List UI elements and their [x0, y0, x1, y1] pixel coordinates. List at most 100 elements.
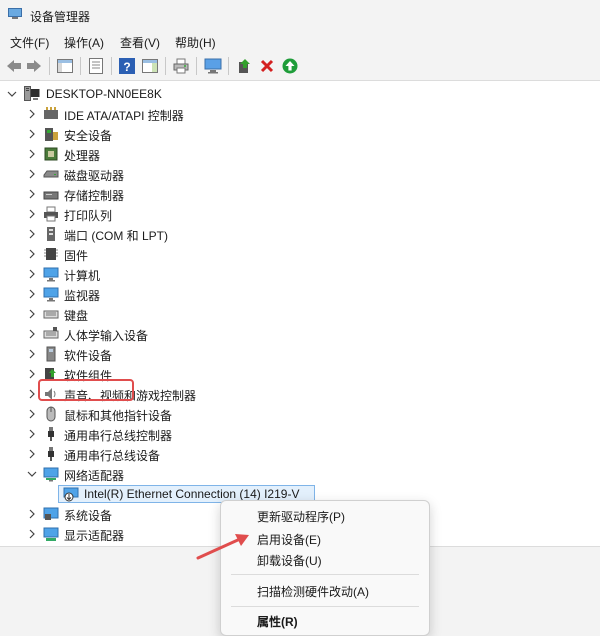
chevron-down-icon[interactable] — [6, 88, 18, 100]
chevron-right-icon[interactable] — [26, 428, 38, 440]
monitor-scan-icon — [204, 58, 222, 74]
chevron-right-icon[interactable] — [26, 188, 38, 200]
storage-controller-icon — [43, 191, 59, 200]
tree-item[interactable]: 计算机 — [0, 264, 600, 284]
tree-item-label: 磁盘驱动器 — [64, 169, 125, 183]
menu-action[interactable]: 操作(A) — [62, 34, 106, 51]
chevron-right-icon[interactable] — [26, 288, 38, 300]
action-pane-button[interactable] — [141, 57, 159, 75]
chevron-right-icon[interactable] — [26, 128, 38, 140]
tree-item[interactable]: 存储控制器 — [0, 184, 600, 204]
toolbar-separator — [80, 57, 81, 75]
chevron-right-icon[interactable] — [26, 508, 38, 520]
tree-item[interactable]: 处理器 — [0, 144, 600, 164]
chevron-right-icon[interactable] — [26, 268, 38, 280]
tree-item[interactable]: 鼠标和其他指针设备 — [0, 404, 600, 424]
tree-item-label: 固件 — [64, 249, 89, 263]
tree-item-label: 网络适配器 — [64, 469, 125, 483]
vertical-scrollbar[interactable] — [590, 82, 600, 544]
chevron-right-icon[interactable] — [26, 388, 38, 400]
menu-item-update-driver[interactable]: 更新驱动程序(P) — [257, 508, 345, 525]
properties-button[interactable] — [87, 57, 105, 75]
context-menu: 更新驱动程序(P) 启用设备(E) 卸载设备(U) 扫描检测硬件改动(A) 属性… — [220, 500, 430, 636]
chevron-right-icon[interactable] — [26, 228, 38, 240]
tree-item-label: 存储控制器 — [64, 189, 125, 203]
disk-drive-icon — [43, 170, 59, 178]
toolbar-separator — [165, 57, 166, 75]
chevron-right-icon[interactable] — [26, 308, 38, 320]
firmware-icon — [44, 248, 58, 260]
menu-view[interactable]: 查看(V) — [118, 34, 162, 51]
tree-item[interactable]: IDE ATA/ATAPI 控制器 — [0, 104, 600, 124]
chevron-right-icon[interactable] — [26, 348, 38, 360]
display-adapter-icon — [43, 527, 59, 541]
system-device-icon — [43, 507, 59, 520]
chevron-down-icon[interactable] — [26, 468, 38, 480]
forward-button[interactable] — [25, 57, 43, 75]
tree-item[interactable]: 固件 — [0, 244, 600, 264]
enable-device-button[interactable] — [281, 57, 299, 75]
chevron-right-icon[interactable] — [26, 168, 38, 180]
menu-file[interactable]: 文件(F) — [8, 34, 51, 51]
chevron-right-icon[interactable] — [26, 208, 38, 220]
chevron-right-icon[interactable] — [26, 448, 38, 460]
tree-item[interactable]: 网络适配器 — [0, 464, 600, 484]
port-icon — [47, 227, 55, 241]
tree-item[interactable]: 人体学输入设备 — [0, 324, 600, 344]
computer-icon — [43, 267, 59, 282]
menu-item-enable-device[interactable]: 启用设备(E) — [257, 531, 321, 548]
tree-item-label: 计算机 — [64, 269, 101, 283]
network-adapter-icon — [43, 467, 59, 482]
tree-item[interactable]: 通用串行总线控制器 — [0, 424, 600, 444]
toolbar-separator — [228, 57, 229, 75]
tree-item[interactable]: 安全设备 — [0, 124, 600, 144]
title-bar: 设备管理器 — [0, 0, 600, 30]
chevron-right-icon[interactable] — [26, 108, 38, 120]
tree-item[interactable]: 通用串行总线设备 — [0, 444, 600, 464]
ide-controller-icon — [44, 107, 58, 119]
menu-item-properties[interactable]: 属性(R) — [257, 613, 298, 630]
update-driver-icon — [239, 59, 250, 73]
scan-hardware-button[interactable] — [204, 57, 222, 75]
menu-separator — [231, 606, 419, 607]
uninstall-button[interactable] — [258, 57, 276, 75]
device-manager-app-icon — [8, 8, 22, 19]
menu-item-uninstall-device[interactable]: 卸载设备(U) — [257, 552, 322, 569]
chevron-right-icon[interactable] — [26, 408, 38, 420]
tree-item-label: 人体学输入设备 — [64, 329, 149, 343]
hid-icon — [43, 327, 59, 339]
show-hide-tree-button[interactable] — [56, 57, 74, 75]
chevron-right-icon[interactable] — [26, 248, 38, 260]
tree-item[interactable]: 磁盘驱动器 — [0, 164, 600, 184]
tree-root[interactable]: DESKTOP-NN0EE8K — [0, 84, 600, 104]
chevron-right-icon[interactable] — [26, 148, 38, 160]
back-arrow-icon — [7, 60, 21, 72]
device-tree: DESKTOP-NN0EE8K IDE ATA/ATAPI 控制器 安全设备 处理器… — [0, 82, 600, 544]
tree-root-label: DESKTOP-NN0EE8K — [46, 87, 162, 101]
update-driver-button[interactable] — [236, 57, 254, 75]
toolbar-separator — [196, 57, 197, 75]
device-manager-window: 设备管理器 文件(F) 操作(A) 查看(V) 帮助(H) ? DESKTOP-… — [0, 0, 600, 571]
tree-item-label: 系统设备 — [64, 509, 113, 523]
chevron-right-icon[interactable] — [26, 528, 38, 540]
menu-help[interactable]: 帮助(H) — [173, 34, 218, 51]
back-button[interactable] — [5, 57, 23, 75]
help-icon: ? — [119, 58, 135, 74]
red-x-icon — [260, 59, 274, 73]
chevron-right-icon[interactable] — [26, 368, 38, 380]
action-pane-icon — [142, 59, 158, 73]
tree-item[interactable]: 打印队列 — [0, 204, 600, 224]
disabled-network-device-icon — [63, 487, 79, 502]
tree-item-label: 通用串行总线控制器 — [64, 429, 173, 443]
help-button[interactable]: ? — [118, 57, 136, 75]
printer-icon — [44, 206, 58, 222]
chevron-right-icon[interactable] — [26, 328, 38, 340]
tree-item[interactable]: 键盘 — [0, 304, 600, 324]
tree-item[interactable]: 软件设备 — [0, 344, 600, 364]
monitor-icon — [43, 287, 59, 302]
print-button[interactable] — [172, 57, 190, 75]
menu-item-scan-hardware[interactable]: 扫描检测硬件改动(A) — [257, 583, 369, 600]
tree-item-label: Intel(R) Ethernet Connection (14) I219-V — [84, 487, 300, 501]
tree-item[interactable]: 端口 (COM 和 LPT) — [0, 224, 600, 244]
tree-item[interactable]: 监视器 — [0, 284, 600, 304]
